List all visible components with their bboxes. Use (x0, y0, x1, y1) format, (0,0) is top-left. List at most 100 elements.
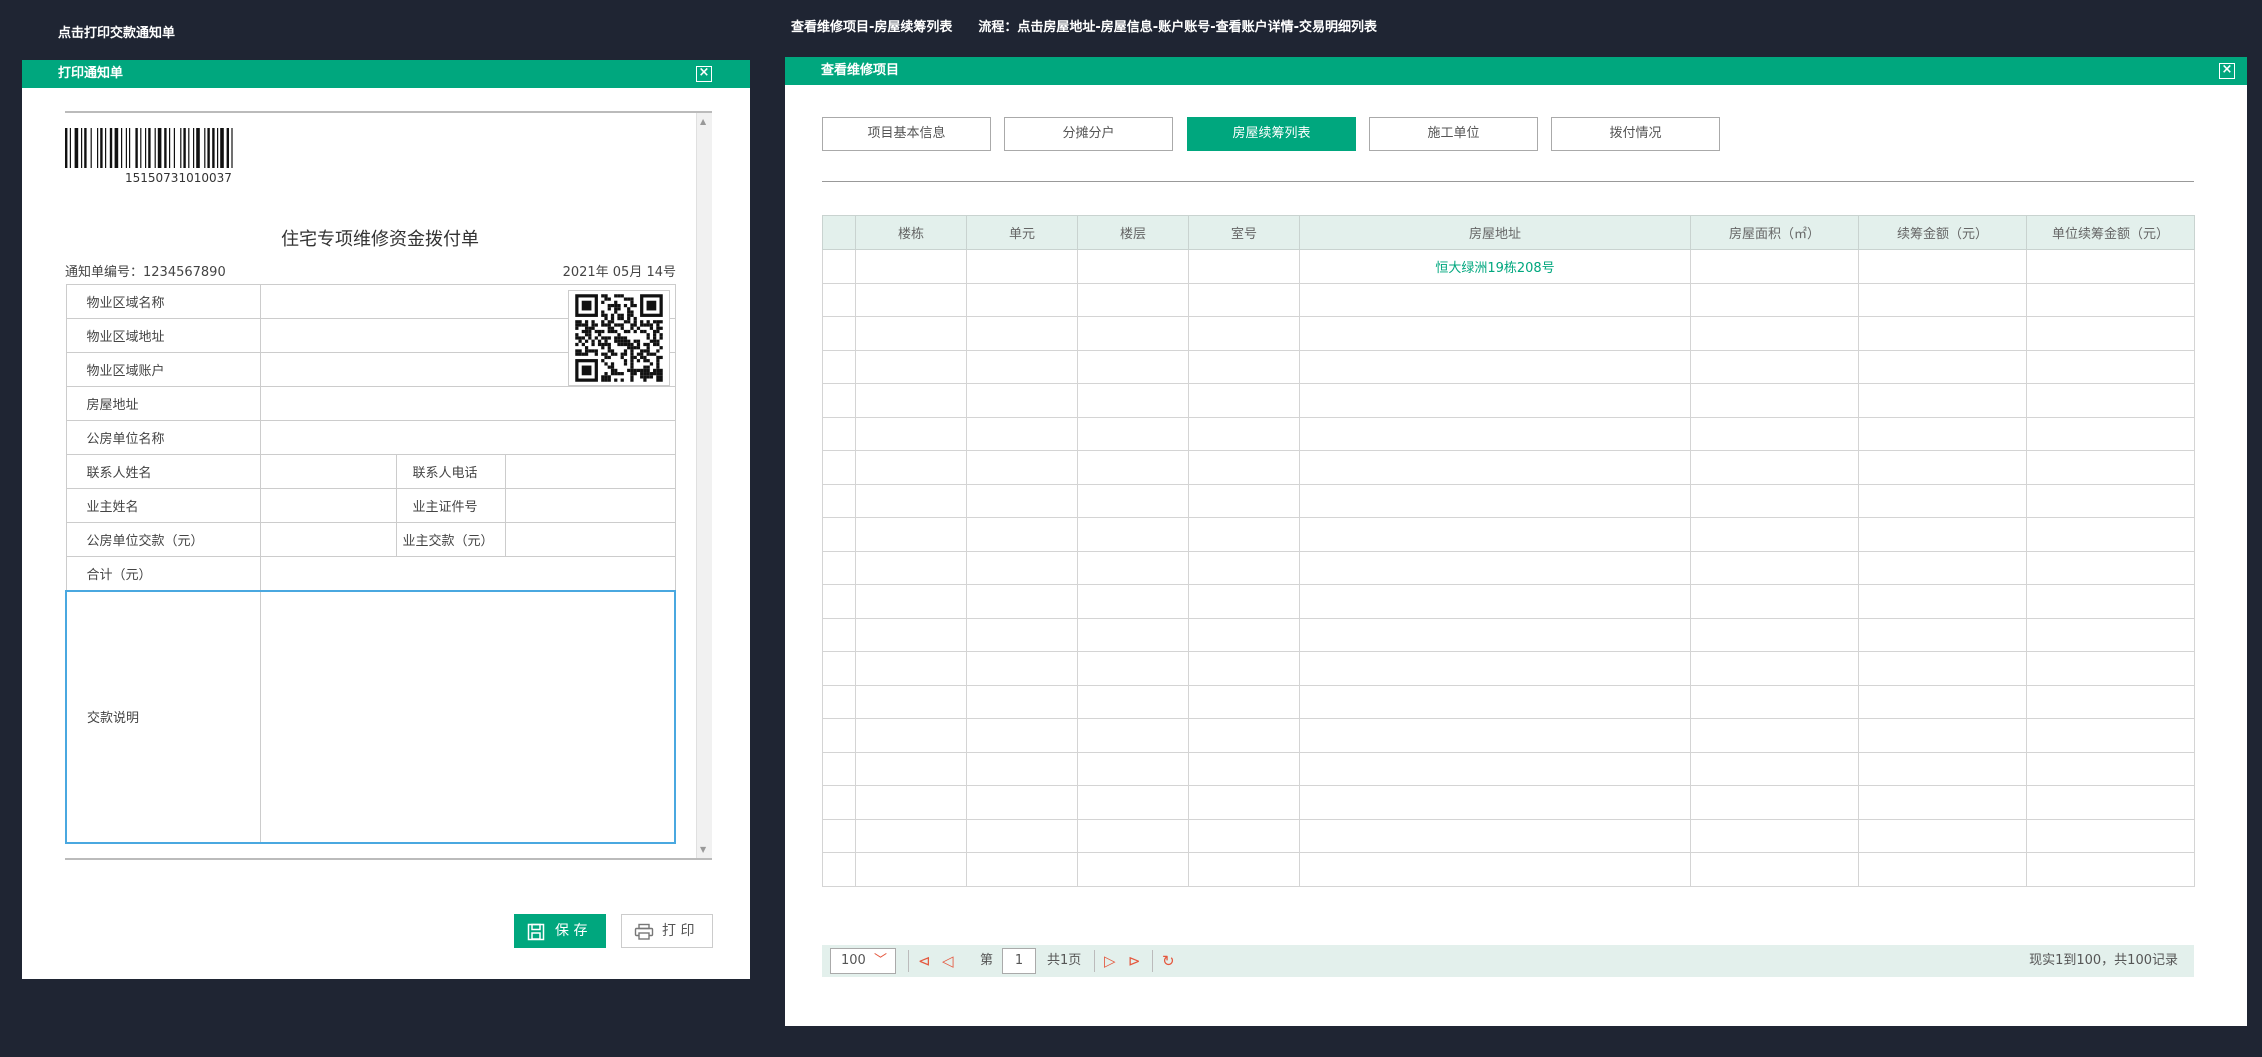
cell-col-address (1299, 785, 1691, 820)
table-row (822, 617, 2195, 652)
tab-construction-unit[interactable]: 施工单位 (1369, 117, 1538, 151)
cell-col-address (1299, 751, 1691, 786)
cell-col-area (1690, 349, 1859, 384)
total-pages: 共1页 (1047, 953, 1082, 968)
cell-col-unit-amount (2026, 651, 2195, 686)
cell-col-building (855, 450, 967, 485)
cell-col-room (1188, 416, 1300, 451)
cell-col-address (1299, 450, 1691, 485)
row-label: 交款说明 (65, 589, 261, 844)
cell-col-building (855, 249, 967, 284)
cell-col-amount (1858, 684, 2027, 719)
table-row (822, 483, 2195, 518)
cell-col-area (1690, 785, 1859, 820)
cell-col-unit-amount (2026, 617, 2195, 652)
cell-col-room (1188, 517, 1300, 552)
tab-disbursement[interactable]: 拨付情况 (1551, 117, 1720, 151)
last-page-icon[interactable]: ⊳ (1128, 948, 1141, 974)
cell-col-index (822, 249, 856, 284)
row-label: 业主证件号 (395, 488, 506, 523)
cell-col-index (822, 852, 856, 887)
next-page-icon[interactable]: ▷ (1104, 948, 1116, 974)
cell-col-building (855, 852, 967, 887)
cell-col-area (1690, 584, 1859, 619)
cell-col-amount (1858, 450, 2027, 485)
row-value (259, 556, 676, 591)
cell-col-address (1299, 316, 1691, 351)
cell-col-unit-amount (2026, 416, 2195, 451)
row-value (259, 488, 397, 523)
cell-col-unit (966, 316, 1078, 351)
payment-note-input[interactable] (259, 589, 676, 844)
cell-col-unit-amount (2026, 751, 2195, 786)
printer-icon (634, 923, 654, 940)
cell-col-floor (1077, 550, 1189, 585)
cell-col-unit-amount (2026, 852, 2195, 887)
cell-col-amount (1858, 785, 2027, 820)
cell-col-unit-amount (2026, 349, 2195, 384)
row-label: 物业区域账户 (65, 352, 261, 387)
cell-col-area (1690, 651, 1859, 686)
cell-col-floor (1077, 684, 1189, 719)
print-dialog-titlebar: 打印通知单 × (22, 60, 750, 88)
cell-col-building (855, 316, 967, 351)
left-caption: 点击打印交款通知单 (58, 26, 176, 41)
cell-col-index (822, 282, 856, 317)
cell-col-area (1690, 517, 1859, 552)
cell-col-room (1188, 349, 1300, 384)
cell-col-address (1299, 718, 1691, 753)
cell-col-index (822, 483, 856, 518)
page-number-input[interactable]: 1 (1002, 948, 1036, 974)
cell-col-room (1188, 651, 1300, 686)
document-title: 住宅专项维修资金拨付单 (281, 229, 479, 250)
cell-col-unit-amount (2026, 282, 2195, 317)
header-col-floor: 楼层 (1077, 215, 1189, 250)
cell-col-floor (1077, 852, 1189, 887)
close-icon[interactable]: × (696, 66, 712, 82)
row-value (259, 522, 397, 557)
tab-project-info[interactable]: 项目基本信息 (822, 117, 991, 151)
cell-col-floor (1077, 383, 1189, 418)
save-label: 保 存 (555, 923, 588, 939)
cell-col-unit (966, 550, 1078, 585)
cell-col-address (1299, 651, 1691, 686)
scroll-up-icon[interactable]: ▲ (700, 117, 706, 126)
tab-apportion[interactable]: 分摊分户 (1004, 117, 1173, 151)
cell-col-amount (1858, 349, 2027, 384)
print-dialog-title: 打印通知单 (58, 66, 124, 81)
cell-col-floor (1077, 416, 1189, 451)
cell-col-index (822, 684, 856, 719)
cell-col-address[interactable]: 恒大绿洲19栋208号 (1299, 249, 1691, 284)
tabs-divider (822, 181, 2194, 182)
print-button[interactable]: 打 印 (621, 914, 713, 948)
cell-col-floor (1077, 282, 1189, 317)
cell-col-area (1690, 684, 1859, 719)
cell-col-amount (1858, 550, 2027, 585)
page-size-select[interactable]: 100 ﹀ (830, 948, 896, 974)
cell-col-room (1188, 852, 1300, 887)
scroll-down-icon[interactable]: ▼ (700, 845, 706, 854)
pagination-bar: 100 ﹀ ⊲ ◁ 第 1 共1页 ▷ ⊳ ↻ 现实1到100，共100记录 (822, 945, 2194, 977)
cell-col-floor (1077, 718, 1189, 753)
barcode (65, 128, 233, 168)
cell-col-unit-amount (2026, 718, 2195, 753)
first-page-icon[interactable]: ⊲ (918, 948, 931, 974)
record-info: 现实1到100，共100记录 (2029, 953, 2178, 968)
cell-col-unit-amount (2026, 550, 2195, 585)
document-scrollbar[interactable]: ▲ ▼ (696, 113, 712, 858)
row-label: 业主交款（元） (395, 522, 506, 557)
save-button[interactable]: 保 存 (514, 914, 606, 948)
cell-col-index (822, 751, 856, 786)
tab-house-renewal-list[interactable]: 房屋续筹列表 (1187, 117, 1356, 151)
table-row (822, 416, 2195, 451)
row-label: 联系人姓名 (65, 454, 261, 489)
close-icon[interactable]: × (2219, 63, 2235, 79)
notice-date: 2021年 05月 14号 (562, 265, 676, 280)
row-value (259, 420, 676, 455)
refresh-icon[interactable]: ↻ (1162, 948, 1175, 974)
cell-col-unit (966, 249, 1078, 284)
repair-project-dialog: 查看维修项目 × 项目基本信息 分摊分户 房屋续筹列表 施工单位 拨付情况 楼栋… (785, 57, 2247, 1026)
cell-col-room (1188, 785, 1300, 820)
cell-col-area (1690, 483, 1859, 518)
prev-page-icon[interactable]: ◁ (942, 948, 954, 974)
